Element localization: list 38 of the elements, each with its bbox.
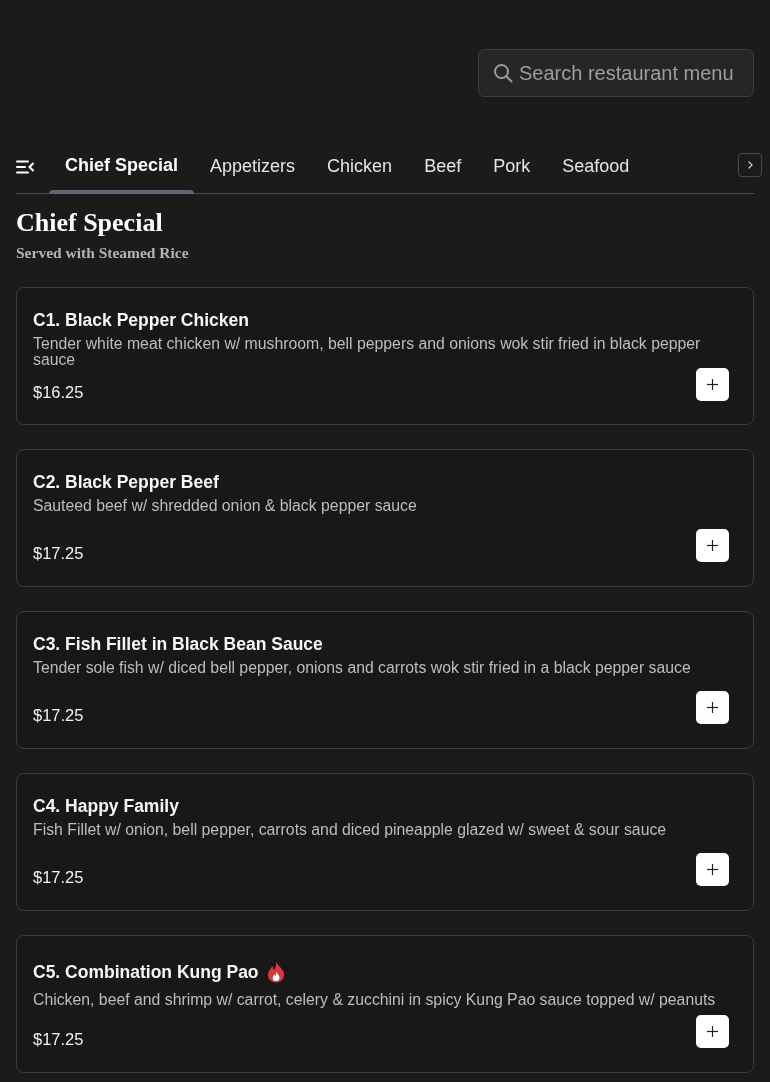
item-price: $17.25 <box>33 1030 84 1048</box>
plus-icon <box>707 379 718 390</box>
plus-icon <box>707 540 718 551</box>
category-tab[interactable]: Chief Special <box>49 140 195 193</box>
plus-icon <box>707 702 718 713</box>
item-name: C4. Happy Family <box>33 795 179 817</box>
scroll-right-button[interactable] <box>738 153 762 177</box>
menu-collapse-icon[interactable] <box>16 159 34 174</box>
plus-icon <box>707 864 718 875</box>
item-name: C3. Fish Fillet in Black Bean Sauce <box>33 633 323 655</box>
item-description: Chicken, beef and shrimp w/ carrot, celery & zucchini in spicy Kung Pao sauce topped w/ peanuts <box>33 992 717 1008</box>
item-description: Sauteed beef w/ shredded onion & black pepper sauce <box>33 498 418 514</box>
item-price: $17.25 <box>33 868 84 886</box>
add-button[interactable] <box>696 529 729 562</box>
item-name: C1. Black Pepper Chicken <box>33 309 249 331</box>
chevron-right-icon <box>747 161 753 169</box>
section-subtitle: Served with Steamed Rice <box>16 243 190 263</box>
add-button[interactable] <box>696 1015 729 1048</box>
item-price: $17.25 <box>33 544 84 562</box>
search-icon <box>493 63 513 83</box>
item-description: Tender white meat chicken w/ mushroom, bell peppers and onions wok stir fried in black pepper sauce <box>33 336 702 368</box>
category-tab[interactable]: Appetizers <box>194 140 312 193</box>
add-button[interactable] <box>696 368 729 401</box>
plus-icon <box>707 1026 718 1037</box>
category-tab[interactable]: Seafood <box>546 140 646 193</box>
category-tab[interactable]: Beef <box>408 140 478 193</box>
category-tab[interactable]: Pork <box>477 140 547 193</box>
item-description: Fish Fillet w/ onion, bell pepper, carrots and diced pineapple glazed w/ sweet & sour sauce <box>33 822 668 838</box>
item-price: $17.25 <box>33 706 84 724</box>
add-button[interactable] <box>696 853 729 886</box>
item-name: C2. Black Pepper Beef <box>33 471 219 493</box>
item-description: Tender sole fish w/ diced bell pepper, onions and carrots wok stir fried in a black pepper sauce <box>33 660 692 676</box>
search-field[interactable]: Search restaurant menu <box>478 49 754 97</box>
add-button[interactable] <box>696 691 729 724</box>
item-name: C5. Combination Kung Pao <box>33 961 259 983</box>
section-title: Chief Special <box>16 207 164 239</box>
category-tab[interactable]: Chicken <box>311 140 409 193</box>
item-price: $16.25 <box>33 383 84 401</box>
